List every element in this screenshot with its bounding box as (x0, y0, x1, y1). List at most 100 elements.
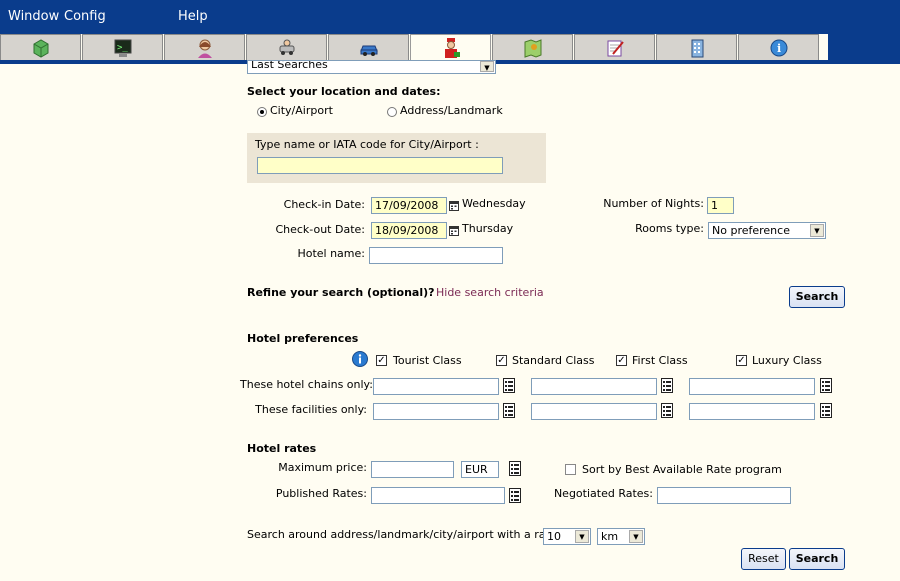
menu-help[interactable]: Help (178, 9, 208, 24)
tab-cube[interactable] (0, 34, 81, 60)
hotel-preferences-heading: Hotel preferences (247, 332, 359, 345)
hotel-name-input[interactable] (369, 247, 503, 264)
chevron-down-icon: ▼ (629, 530, 643, 543)
location-heading: Select your location and dates: (247, 85, 441, 98)
tab-hotel[interactable] (410, 34, 491, 60)
svg-text:i: i (777, 42, 781, 55)
rooms-type-select[interactable]: No preference ▼ (708, 222, 826, 239)
tab-car-rental[interactable] (246, 34, 327, 60)
tourist-class-label: Tourist Class (393, 354, 462, 367)
info-icon[interactable] (352, 351, 368, 367)
radio-city-airport-label: City/Airport (270, 104, 333, 117)
tab-map[interactable] (492, 34, 573, 60)
menubar: Window Config Help (0, 0, 900, 34)
car-rental-icon (279, 39, 294, 55)
search-button-bottom[interactable]: Search (789, 548, 845, 570)
published-rates-label: Published Rates: (275, 487, 367, 500)
menu-config[interactable]: Config (64, 9, 106, 24)
chevron-down-icon: ▼ (480, 61, 494, 72)
refine-heading: Refine your search (optional)? (247, 286, 435, 299)
info-icon: i (770, 39, 787, 56)
terminal-icon: >_ (114, 39, 131, 57)
hide-search-criteria-link[interactable]: Hide search criteria (436, 286, 544, 299)
rooms-type-label: Rooms type: (635, 222, 704, 235)
notepad-icon (607, 40, 624, 56)
hotel-chains-label: These hotel chains only: (240, 378, 373, 391)
calendar-icon[interactable] (449, 201, 459, 211)
rooms-type-value: No preference (712, 224, 790, 237)
luxury-class-checkbox[interactable]: ✓ (736, 355, 747, 366)
first-class-checkbox[interactable]: ✓ (616, 355, 627, 366)
nights-label: Number of Nights: (603, 197, 704, 210)
sort-bar-checkbox[interactable] (565, 464, 576, 475)
reset-button[interactable]: Reset (741, 548, 786, 570)
agent-icon (197, 39, 212, 58)
negotiated-rates-input[interactable] (657, 487, 791, 504)
menu-window[interactable]: Window (8, 9, 59, 24)
sort-bar-label: Sort by Best Available Rate program (582, 463, 782, 476)
hotel-chain-input-3[interactable] (689, 378, 815, 395)
first-class-label: First Class (632, 354, 688, 367)
tourist-class-checkbox[interactable]: ✓ (376, 355, 387, 366)
chevron-down-icon: ▼ (575, 530, 589, 543)
tab-building[interactable] (656, 34, 737, 60)
list-lookup-icon[interactable] (818, 402, 834, 419)
hotel-name-label: Hotel name: (297, 247, 365, 260)
tab-terminal[interactable]: >_ (82, 34, 163, 60)
list-lookup-icon[interactable] (659, 377, 675, 394)
radius-unit-select[interactable]: km ▼ (597, 528, 645, 545)
luxury-class-label: Luxury Class (752, 354, 822, 367)
checkout-day: Thursday (462, 222, 514, 235)
standard-class-checkbox[interactable]: ✓ (496, 355, 507, 366)
list-lookup-icon[interactable] (659, 402, 675, 419)
checkout-label: Check-out Date: (275, 223, 365, 236)
tab-notepad[interactable] (574, 34, 655, 60)
hotel-bellboy-icon (444, 37, 460, 58)
list-lookup-icon[interactable] (507, 487, 523, 504)
last-searches-select[interactable]: Last Searches ▼ (247, 60, 496, 74)
nights-input[interactable]: 1 (707, 197, 734, 214)
facility-input-2[interactable] (531, 403, 657, 420)
tab-strip: >_ i (0, 34, 828, 60)
list-lookup-icon[interactable] (818, 377, 834, 394)
facility-input-1[interactable] (373, 403, 499, 420)
tab-car[interactable] (328, 34, 409, 60)
max-price-input[interactable] (371, 461, 454, 478)
radio-city-airport[interactable] (257, 107, 267, 117)
currency-input[interactable]: EUR (461, 461, 499, 478)
hotel-chain-input-1[interactable] (373, 378, 499, 395)
chevron-down-icon: ▼ (810, 224, 824, 237)
city-airport-input[interactable] (257, 157, 503, 174)
list-lookup-icon[interactable] (501, 377, 517, 394)
cube-icon (33, 38, 48, 58)
city-prompt: Type name or IATA code for City/Airport … (255, 138, 479, 151)
car-icon (359, 45, 378, 56)
search-button-top[interactable]: Search (789, 286, 845, 308)
negotiated-rates-label: Negotiated Rates: (553, 487, 653, 500)
checkin-label: Check-in Date: (283, 198, 365, 211)
list-lookup-icon[interactable] (507, 460, 523, 477)
published-rates-input[interactable] (371, 487, 505, 504)
radius-value-select[interactable]: 10 ▼ (543, 528, 591, 545)
facility-input-3[interactable] (689, 403, 815, 420)
building-icon (691, 39, 703, 57)
calendar-icon[interactable] (449, 226, 459, 236)
hotel-chain-input-2[interactable] (531, 378, 657, 395)
tab-agent[interactable] (164, 34, 245, 60)
hotel-rates-heading: Hotel rates (247, 442, 317, 455)
radio-address-landmark-label: Address/Landmark (400, 104, 503, 117)
tab-info[interactable]: i (738, 34, 819, 60)
radio-address-landmark[interactable] (387, 107, 397, 117)
map-icon (524, 38, 541, 58)
checkout-date-input[interactable]: 18/09/2008 (371, 222, 447, 239)
checkin-date-input[interactable]: 17/09/2008 (371, 197, 447, 214)
svg-text:>_: >_ (117, 43, 128, 53)
list-lookup-icon[interactable] (501, 402, 517, 419)
max-price-label: Maximum price: (278, 461, 367, 474)
radius-value: 10 (547, 530, 561, 543)
radius-unit: km (601, 530, 619, 543)
tab-strip-filler (828, 34, 900, 60)
standard-class-label: Standard Class (512, 354, 595, 367)
facilities-label: These facilities only: (255, 403, 367, 416)
checkin-day: Wednesday (462, 197, 526, 210)
